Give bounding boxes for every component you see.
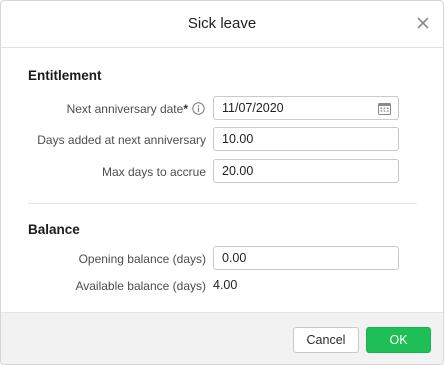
balance-heading: Balance	[28, 222, 80, 237]
dialog-title: Sick leave	[187, 15, 257, 32]
dialog-header: Sick leave	[1, 1, 443, 48]
required-mark: *	[183, 102, 188, 116]
available-balance-label: Available balance (days)	[75, 279, 206, 293]
calendar-icon[interactable]	[378, 102, 391, 115]
close-icon[interactable]	[413, 13, 433, 33]
next-anniversary-label: Next anniversary date*	[21, 102, 188, 116]
days-added-input[interactable]	[213, 127, 399, 151]
opening-balance-input[interactable]	[213, 246, 399, 270]
dialog-footer: Cancel OK	[1, 312, 443, 364]
info-icon[interactable]	[192, 102, 205, 115]
available-balance-value: 4.00	[213, 278, 238, 292]
next-anniversary-label-text: Next anniversary date	[66, 102, 184, 116]
max-days-input[interactable]	[213, 159, 399, 183]
opening-balance-label: Opening balance (days)	[78, 252, 206, 266]
cancel-button[interactable]: Cancel	[293, 327, 359, 353]
next-anniversary-date-input[interactable]	[213, 96, 399, 120]
days-added-label: Days added at next anniversary	[37, 133, 206, 147]
ok-button[interactable]: OK	[366, 327, 431, 353]
sick-leave-dialog: Sick leave Entitlement Next anniversary …	[0, 0, 444, 365]
max-days-label: Max days to accrue	[101, 165, 206, 179]
section-divider	[28, 203, 417, 204]
entitlement-heading: Entitlement	[28, 68, 102, 83]
